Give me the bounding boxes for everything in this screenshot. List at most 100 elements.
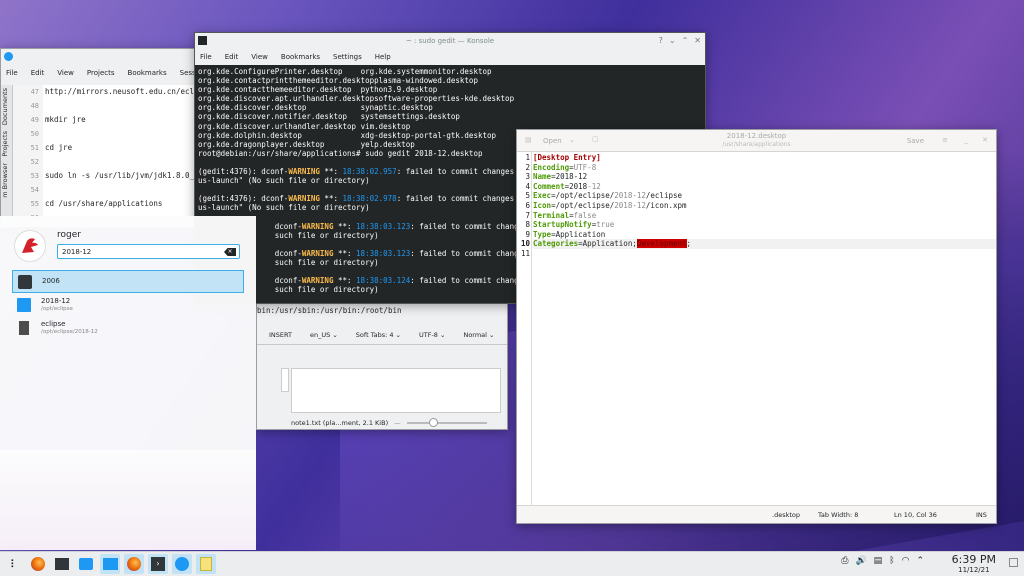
kate-app-icon bbox=[4, 52, 13, 61]
kate-side-tabs[interactable]: Documents Projects m Browser bbox=[1, 85, 13, 227]
konsole-icon[interactable] bbox=[52, 554, 72, 574]
side-tab[interactable]: m Browser bbox=[1, 160, 9, 201]
menu-item-bookmarks[interactable]: Bookmarks bbox=[281, 53, 320, 61]
zoom-out-icon[interactable]: — bbox=[394, 419, 401, 427]
line-number: 9 bbox=[525, 229, 530, 239]
line-number: 11 bbox=[520, 248, 530, 258]
file-name: org.kde.contactprintthemeeditor.desktop bbox=[198, 76, 375, 86]
firefox-icon[interactable] bbox=[28, 554, 48, 574]
scrollbar[interactable] bbox=[281, 368, 289, 392]
result-path: /opt/eclipse/2018-12 bbox=[41, 329, 98, 335]
firefox-task-icon[interactable] bbox=[124, 554, 144, 574]
kate-titlebar[interactable] bbox=[1, 49, 199, 65]
cursor-position: Ln 10, Col 36 bbox=[894, 510, 937, 519]
file-name: org.kde.discover.apt.urlhandler.desktop bbox=[198, 94, 375, 104]
menu-item-help[interactable]: Help bbox=[375, 53, 391, 61]
terminal-line: org.kde.contactthemeeditor.desktop pytho… bbox=[198, 85, 702, 94]
status-item[interactable]: en_US ⌄ bbox=[310, 331, 338, 339]
menu-item-file[interactable]: File bbox=[6, 69, 18, 77]
gedit-headerbar[interactable]: ▤ Open ⌄ ▢ 2018-12.desktop /usr/share/ap… bbox=[517, 130, 996, 152]
menu-icon[interactable]: ≡ bbox=[942, 136, 948, 144]
file-name: software-properties-kde.desktop bbox=[374, 94, 515, 104]
zoom-slider[interactable] bbox=[406, 418, 487, 427]
status-item[interactable]: Soft Tabs: 4 ⌄ bbox=[356, 331, 401, 339]
close-icon[interactable]: ✕ bbox=[982, 136, 988, 144]
file-info: note1.txt (pla...ment, 2.1 KiB) bbox=[291, 419, 389, 427]
status-item[interactable]: INSERT bbox=[269, 331, 292, 339]
gedit-text[interactable]: [Desktop Entry] Encoding=UTF-8 Name=2018… bbox=[531, 152, 996, 505]
language-selector[interactable]: .desktop bbox=[772, 511, 800, 519]
kwrite-statusbar[interactable]: INSERT en_US ⌄ Soft Tabs: 4 ⌄ UTF-8 ⌄ Normal… bbox=[257, 326, 507, 345]
taskbar[interactable]: ⠇ › ⎙ 🔊 ▤ ᛒ ◠ ⌃ 6:39 PM 11/12/21 bbox=[0, 551, 1024, 576]
menu-item-settings[interactable]: Settings bbox=[333, 53, 362, 61]
konsole-titlebar[interactable]: ~ : sudo gedit — Konsole ? ⌄ ⌃ ✕ bbox=[195, 33, 705, 49]
result-item[interactable]: eclipse/opt/eclipse/2018-12 bbox=[12, 316, 244, 339]
side-tab[interactable]: Projects bbox=[1, 128, 9, 160]
show-desktop-icon[interactable] bbox=[1009, 558, 1018, 567]
search-input[interactable]: 2018-12 × bbox=[57, 244, 240, 259]
result-item[interactable]: 2018-12/opt/eclipse bbox=[12, 293, 244, 316]
file-name: org.kde.dragonplayer.desktop bbox=[198, 139, 361, 149]
bluetooth-icon[interactable]: ᛒ bbox=[889, 556, 894, 566]
store-icon[interactable] bbox=[76, 554, 96, 574]
menu-item-projects[interactable]: Projects bbox=[87, 69, 115, 77]
wifi-icon[interactable]: ◠ bbox=[902, 556, 910, 566]
minimize-icon[interactable]: _ bbox=[965, 136, 969, 144]
konsole-menubar[interactable]: File Edit View Bookmarks Settings Help bbox=[195, 49, 705, 65]
clear-icon[interactable]: × bbox=[224, 248, 236, 256]
menu-item-file[interactable]: File bbox=[200, 53, 212, 61]
menu-item-edit[interactable]: Edit bbox=[225, 53, 239, 61]
kate-editor[interactable]: 4748495051525354555657585960616263646566… bbox=[13, 85, 199, 227]
tray-expand-icon[interactable]: ⌃ bbox=[916, 556, 924, 566]
minimize-icon[interactable]: ⌄ bbox=[669, 36, 676, 45]
file-name: org.kde.discover.notifier.desktop bbox=[198, 112, 361, 122]
kwrite-document[interactable] bbox=[291, 368, 501, 413]
line-number: 8 bbox=[525, 220, 530, 230]
line-number: 55 bbox=[30, 200, 39, 208]
kate-line-numbers: 4748495051525354555657585960616263646566 bbox=[13, 85, 43, 227]
maximize-icon[interactable]: ⌃ bbox=[682, 36, 689, 45]
save-button[interactable]: Save bbox=[907, 137, 924, 145]
terminal-line: org.kde.discover.desktop synaptic.deskto… bbox=[198, 103, 702, 112]
line-number: 6 bbox=[525, 200, 530, 210]
file-name: org.kde.ConfigurePrinter.desktop bbox=[198, 67, 361, 76]
volume-icon[interactable]: 🔊 bbox=[855, 556, 866, 566]
user-name: roger bbox=[57, 230, 81, 240]
dolphin-icon[interactable] bbox=[100, 554, 120, 574]
menu-item-bookmarks[interactable]: Bookmarks bbox=[128, 69, 167, 77]
app-launcher-icon[interactable]: ⠇ bbox=[4, 554, 24, 574]
result-item[interactable]: 2006 bbox=[12, 270, 244, 293]
side-tab[interactable]: Documents bbox=[1, 85, 9, 128]
clipboard-icon[interactable]: ▤ bbox=[874, 556, 883, 566]
status-item[interactable]: UTF-8 ⌄ bbox=[419, 331, 445, 339]
system-tray[interactable]: ⎙ 🔊 ▤ ᛒ ◠ ⌃ bbox=[841, 556, 924, 566]
line-number: 51 bbox=[30, 144, 39, 152]
result-title: 2006 bbox=[42, 277, 60, 285]
menu-item-edit[interactable]: Edit bbox=[31, 69, 45, 77]
gedit-window[interactable]: ▤ Open ⌄ ▢ 2018-12.desktop /usr/share/ap… bbox=[516, 129, 997, 524]
warn-time: 18:38:03.123 bbox=[356, 248, 411, 258]
kate-text[interactable]: http://mirrors.neusoft.edu.cn/eclipse mkd… bbox=[45, 85, 199, 227]
tab-width-selector[interactable]: Tab Width: 8 bbox=[818, 511, 858, 519]
clock[interactable]: 6:39 PM 11/12/21 bbox=[952, 553, 996, 574]
close-icon[interactable]: ✕ bbox=[694, 36, 701, 45]
krunner-task-icon[interactable] bbox=[172, 554, 192, 574]
konsole-task-icon[interactable]: › bbox=[148, 554, 168, 574]
gedit-task-icon[interactable] bbox=[196, 554, 216, 574]
help-icon[interactable]: ? bbox=[659, 36, 663, 45]
krunner-launcher[interactable]: roger 2018-12 × 2006 2018-12/opt/eclipse … bbox=[0, 216, 256, 550]
kate-window[interactable]: FileEditViewProjectsBookmarksSessions Do… bbox=[0, 48, 200, 228]
menu-item-view[interactable]: View bbox=[251, 53, 268, 61]
menu-item-view[interactable]: View bbox=[57, 69, 74, 77]
avatar[interactable] bbox=[14, 230, 46, 262]
file-name: vim.desktop bbox=[360, 121, 411, 131]
printer-icon[interactable]: ⎙ bbox=[841, 556, 848, 566]
kwrite-window[interactable]: bin:/usr/sbin:/usr/bin:/root/bin INSERT e… bbox=[256, 303, 508, 430]
warn-sep: **: bbox=[319, 167, 343, 177]
warn-sep: **: bbox=[333, 248, 357, 258]
kate-menubar[interactable]: FileEditViewProjectsBookmarksSessions bbox=[1, 65, 199, 81]
status-item[interactable]: Normal ⌄ bbox=[463, 331, 494, 339]
gedit-subtitle: /usr/share/applications bbox=[722, 141, 791, 148]
